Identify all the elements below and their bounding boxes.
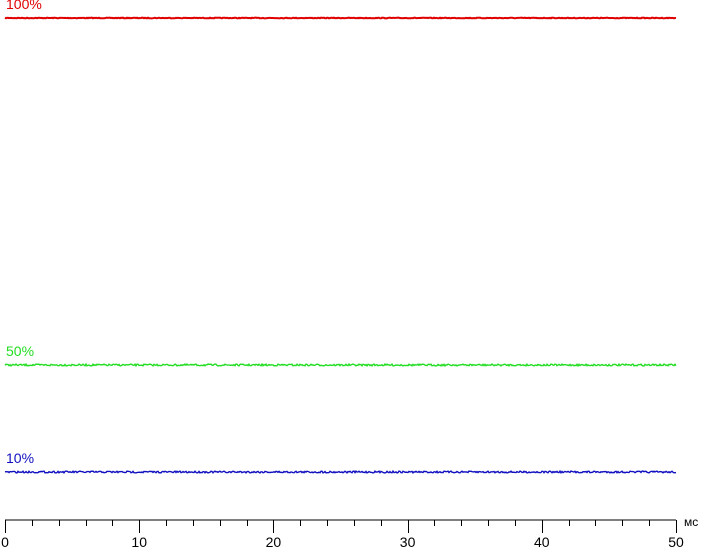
series-label-10: 10% [6,450,34,466]
x-tick-label-50: 50 [668,534,684,548]
series-line-10 [4,469,677,475]
series-label-50: 50% [6,343,34,359]
series-label-100: 100% [6,0,42,12]
x-tick-label-30: 30 [400,534,416,548]
x-axis-unit-label: мс [684,515,698,529]
x-tick-label-10: 10 [131,534,147,548]
x-tick-label-0: 0 [1,534,9,548]
x-tick-label-20: 20 [266,534,282,548]
series-line-50 [4,362,677,368]
series-layer: 100% 50% 10% [4,0,677,475]
x-axis: 0 10 20 30 40 50 [1,519,684,548]
x-tick-label-40: 40 [534,534,550,548]
series-line-100 [4,16,677,20]
oscillogram-chart: 100% 50% 10% 0 10 20 30 40 50 мс [1,0,698,548]
